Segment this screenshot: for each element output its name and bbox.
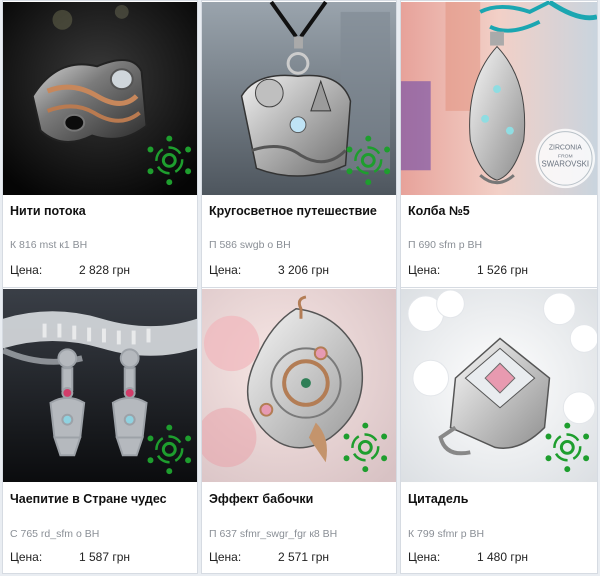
product-grid: Нити потока К 816 mst к1 ВН Цена: 2 828 …	[0, 0, 600, 576]
price-value: 1 480 грн	[477, 550, 529, 564]
product-photo[interactable]	[3, 288, 197, 483]
ring-photo	[3, 1, 197, 196]
product-title[interactable]: Эффект бабочки	[209, 492, 313, 506]
pendant-photo	[202, 1, 396, 196]
price-value: 2 571 грн	[278, 550, 330, 564]
product-card[interactable]: Кругосветное путешествие П 586 swgb о ВН…	[201, 0, 397, 288]
citadel-ring-photo	[401, 288, 597, 483]
price-value: 1 587 грн	[79, 550, 131, 564]
product-sku: П 637 sfmr_swgr_fgr к8 ВН	[209, 528, 338, 540]
price-label: Цена:	[209, 263, 242, 277]
product-card[interactable]: Нити потока К 816 mst к1 ВН Цена: 2 828 …	[2, 0, 198, 288]
product-sku: П 690 sfm р ВН	[408, 239, 483, 251]
butterfly-pendant-photo	[202, 288, 396, 483]
product-photo[interactable]	[3, 1, 197, 196]
flask-pendant-photo: ZIRCONIA FROM SWAROVSKI	[401, 1, 597, 196]
product-card[interactable]: Чаепитие в Стране чудес С 765 rd_sfm о В…	[2, 287, 198, 574]
product-card[interactable]: ZIRCONIA FROM SWAROVSKI Колба №5 П 690 s…	[400, 0, 598, 288]
product-title[interactable]: Колба №5	[408, 204, 470, 218]
product-sku: П 586 swgb о ВН	[209, 239, 291, 251]
price-value: 1 526 грн	[477, 263, 529, 277]
badge-bottom-text: SWAROVSKI	[542, 159, 590, 168]
price-label: Цена:	[209, 550, 242, 564]
product-title[interactable]: Чаепитие в Стране чудес	[10, 492, 167, 506]
badge-top-text: ZIRCONIA	[549, 144, 582, 151]
earrings-photo	[3, 288, 197, 483]
product-sku: К 816 mst к1 ВН	[10, 239, 88, 251]
product-title[interactable]: Кругосветное путешествие	[209, 204, 377, 218]
product-title[interactable]: Цитадель	[408, 492, 468, 506]
price-value: 3 206 грн	[278, 263, 330, 277]
price-label: Цена:	[10, 263, 43, 277]
price-label: Цена:	[10, 550, 43, 564]
product-sku: К 799 sfmr р ВН	[408, 528, 485, 540]
product-card[interactable]: Цитадель К 799 sfmr р ВН Цена: 1 480 грн	[400, 287, 598, 574]
product-title[interactable]: Нити потока	[10, 204, 86, 218]
product-photo[interactable]	[202, 1, 396, 196]
product-photo[interactable]	[202, 288, 396, 483]
product-sku: С 765 rd_sfm о ВН	[10, 528, 100, 540]
product-photo[interactable]: ZIRCONIA FROM SWAROVSKI	[401, 1, 597, 196]
price-label: Цена:	[408, 263, 441, 277]
product-photo[interactable]	[401, 288, 597, 483]
price-value: 2 828 грн	[79, 263, 131, 277]
price-label: Цена:	[408, 550, 441, 564]
product-card[interactable]: Эффект бабочки П 637 sfmr_swgr_fgr к8 ВН…	[201, 287, 397, 574]
